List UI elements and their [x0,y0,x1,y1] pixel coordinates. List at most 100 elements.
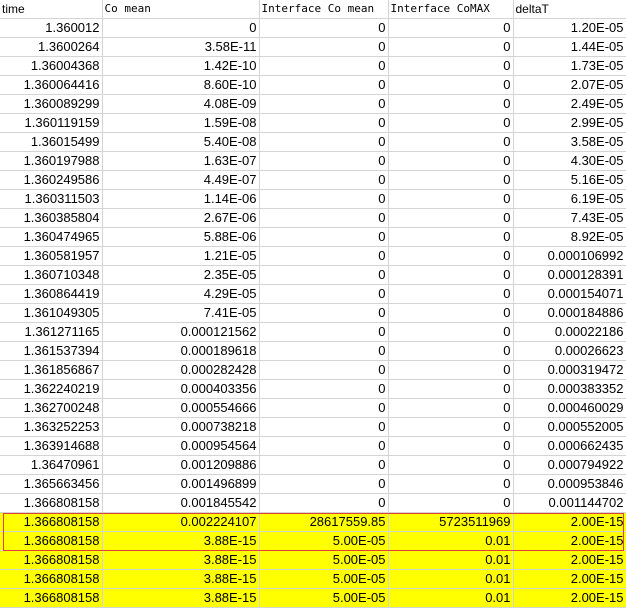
cell-time[interactable]: 1.366808158 [0,550,103,570]
cell-interface-comax[interactable]: 0 [388,417,514,437]
cell-deltat[interactable]: 2.00E-15 [513,512,626,532]
cell-interface-co-mean[interactable]: 0 [259,303,389,323]
cell-co-mean[interactable]: 0.000403356 [102,379,260,399]
cell-deltat[interactable]: 2.99E-05 [513,113,626,133]
cell-co-mean[interactable]: 1.14E-06 [102,189,260,209]
cell-time[interactable]: 1.362240219 [0,379,103,399]
cell-co-mean[interactable]: 7.41E-05 [102,303,260,323]
cell-co-mean[interactable]: 3.88E-15 [102,550,260,570]
cell-interface-co-mean[interactable]: 5.00E-05 [259,531,389,551]
cell-time[interactable]: 1.365663456 [0,474,103,494]
cell-interface-co-mean[interactable]: 0 [259,436,389,456]
header-deltat[interactable]: deltaT [513,0,626,19]
cell-co-mean[interactable]: 5.40E-08 [102,132,260,152]
cell-interface-co-mean[interactable]: 0 [259,379,389,399]
header-interface-comax[interactable]: Interface CoMAX [388,0,514,19]
cell-interface-comax[interactable]: 5723511969 [388,512,514,532]
cell-co-mean[interactable]: 3.88E-15 [102,569,260,589]
cell-co-mean[interactable]: 4.29E-05 [102,284,260,304]
cell-deltat[interactable]: 0.000460029 [513,398,626,418]
cell-co-mean[interactable]: 0.001845542 [102,493,260,513]
cell-deltat[interactable]: 0.001144702 [513,493,626,513]
cell-co-mean[interactable]: 2.67E-06 [102,208,260,228]
cell-interface-co-mean[interactable]: 0 [259,455,389,475]
cell-co-mean[interactable]: 0.000189618 [102,341,260,361]
cell-co-mean[interactable]: 3.88E-15 [102,588,260,608]
cell-deltat[interactable]: 1.73E-05 [513,56,626,76]
cell-interface-comax[interactable]: 0 [388,56,514,76]
cell-deltat[interactable]: 1.20E-05 [513,18,626,38]
cell-deltat[interactable]: 2.49E-05 [513,94,626,114]
cell-time[interactable]: 1.366808158 [0,588,103,608]
cell-interface-comax[interactable]: 0 [388,455,514,475]
cell-time[interactable]: 1.360710348 [0,265,103,285]
cell-interface-co-mean[interactable]: 0 [259,113,389,133]
cell-interface-comax[interactable]: 0 [388,227,514,247]
cell-co-mean[interactable]: 1.21E-05 [102,246,260,266]
cell-deltat[interactable]: 0.000154071 [513,284,626,304]
cell-interface-co-mean[interactable]: 0 [259,227,389,247]
cell-time[interactable]: 1.360119159 [0,113,103,133]
cell-co-mean[interactable]: 1.42E-10 [102,56,260,76]
cell-deltat[interactable]: 0.000128391 [513,265,626,285]
cell-time[interactable]: 1.360385804 [0,208,103,228]
cell-interface-comax[interactable]: 0 [388,493,514,513]
cell-interface-comax[interactable]: 0 [388,303,514,323]
cell-co-mean[interactable]: 4.49E-07 [102,170,260,190]
cell-interface-co-mean[interactable]: 0 [259,18,389,38]
cell-time[interactable]: 1.360474965 [0,227,103,247]
cell-deltat[interactable]: 7.43E-05 [513,208,626,228]
cell-co-mean[interactable]: 0.001496899 [102,474,260,494]
cell-time[interactable]: 1.36015499 [0,132,103,152]
cell-interface-co-mean[interactable]: 0 [259,322,389,342]
cell-interface-comax[interactable]: 0 [388,360,514,380]
cell-deltat[interactable]: 1.44E-05 [513,37,626,57]
cell-time[interactable]: 1.3600264 [0,37,103,57]
cell-interface-co-mean[interactable]: 0 [259,170,389,190]
header-time[interactable]: time [0,0,103,19]
cell-interface-comax[interactable]: 0 [388,151,514,171]
cell-deltat[interactable]: 0.000953846 [513,474,626,494]
cell-interface-comax[interactable]: 0 [388,246,514,266]
cell-time[interactable]: 1.366808158 [0,512,103,532]
cell-interface-co-mean[interactable]: 0 [259,37,389,57]
cell-time[interactable]: 1.360311503 [0,189,103,209]
cell-interface-co-mean[interactable]: 0 [259,56,389,76]
cell-deltat[interactable]: 0.000552005 [513,417,626,437]
header-co-mean[interactable]: Co mean [102,0,260,19]
cell-deltat[interactable]: 0.000106992 [513,246,626,266]
cell-deltat[interactable]: 8.92E-05 [513,227,626,247]
cell-co-mean[interactable]: 0 [102,18,260,38]
cell-co-mean[interactable]: 0.000121562 [102,322,260,342]
cell-time[interactable]: 1.361856867 [0,360,103,380]
cell-deltat[interactable]: 0.000383352 [513,379,626,399]
cell-interface-comax[interactable]: 0 [388,37,514,57]
cell-interface-co-mean[interactable]: 0 [259,189,389,209]
cell-deltat[interactable]: 0.000319472 [513,360,626,380]
cell-co-mean[interactable]: 4.08E-09 [102,94,260,114]
cell-interface-comax[interactable]: 0 [388,474,514,494]
cell-deltat[interactable]: 0.00022186 [513,322,626,342]
cell-time[interactable]: 1.360012 [0,18,103,38]
cell-interface-comax[interactable]: 0 [388,75,514,95]
cell-deltat[interactable]: 2.00E-15 [513,550,626,570]
cell-time[interactable]: 1.363252253 [0,417,103,437]
cell-deltat[interactable]: 2.00E-15 [513,588,626,608]
cell-time[interactable]: 1.36470961 [0,455,103,475]
cell-interface-comax[interactable]: 0 [388,284,514,304]
cell-time[interactable]: 1.360864419 [0,284,103,304]
cell-interface-co-mean[interactable]: 0 [259,284,389,304]
cell-interface-comax[interactable]: 0 [388,18,514,38]
cell-interface-co-mean[interactable]: 0 [259,493,389,513]
cell-co-mean[interactable]: 8.60E-10 [102,75,260,95]
cell-co-mean[interactable]: 0.002224107 [102,512,260,532]
cell-interface-co-mean[interactable]: 5.00E-05 [259,569,389,589]
cell-interface-comax[interactable]: 0 [388,170,514,190]
cell-deltat[interactable]: 3.58E-05 [513,132,626,152]
cell-time[interactable]: 1.360197988 [0,151,103,171]
cell-interface-comax[interactable]: 0 [388,113,514,133]
cell-time[interactable]: 1.361049305 [0,303,103,323]
cell-interface-co-mean[interactable]: 0 [259,398,389,418]
cell-co-mean[interactable]: 1.63E-07 [102,151,260,171]
cell-time[interactable]: 1.360249586 [0,170,103,190]
